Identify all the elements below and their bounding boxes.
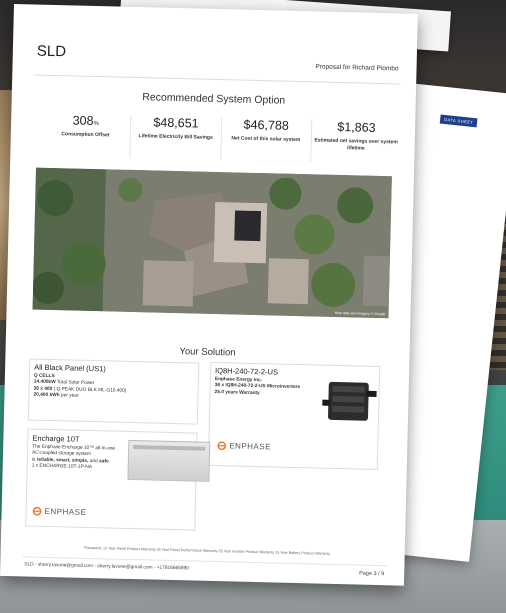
inverter-title: IQ8H-240-72-2-US — [214, 366, 279, 377]
enphase-logo-icon — [217, 441, 227, 451]
proposal-recipient: Proposal for Richard Piombo — [315, 63, 399, 73]
metric-label: Estimated net savings over system lifeti… — [314, 137, 398, 152]
panel-title: All Black Panel (US1) — [34, 362, 106, 374]
proposal-page: SLD Proposal for Richard Piombo Recommen… — [0, 4, 418, 586]
enphase-logo-text: ENPHASE — [44, 506, 87, 517]
warranty-disclaimer: *Panasonic 12 Year Panel Product Warrant… — [83, 545, 331, 556]
panel-brand: Q CELLS — [33, 373, 55, 380]
panel-count: 36 x 400 — [33, 386, 53, 392]
inverter-card: IQ8H-240-72-2-US Enphase Energy Inc. 36 … — [207, 361, 381, 471]
panel-card: All Black Panel (US1) Q CELLS 14.400kW T… — [27, 358, 200, 425]
panel-power-label: Total Solar Power — [55, 380, 95, 387]
header-divider — [34, 74, 401, 85]
metric-value: $1,863 — [337, 119, 376, 135]
metric-unit: % — [93, 120, 99, 128]
data-sheet-tag: DATA SHEET — [439, 114, 478, 128]
metric-net-savings: $1,863 Estimated net savings over system… — [311, 119, 401, 163]
page-number: Page 3 / 9 — [359, 570, 385, 578]
battery-card: Encharge 10T The Enphase Encharge 10™ al… — [25, 428, 211, 531]
panel-power: 14.400kW — [33, 379, 56, 386]
aerial-map-image: Map data and imagery © Google — [32, 167, 392, 319]
metric-value: $48,651 — [153, 115, 199, 131]
recommended-title: Recommended System Option — [142, 91, 286, 107]
metric-value: 308 — [72, 113, 94, 128]
metric-label: Lifetime Electricity Bill Savings — [138, 133, 213, 141]
metric-net-cost: $46,788 Net Cost of this solar system — [220, 117, 313, 162]
enphase-logo: ENPHASE — [32, 506, 87, 517]
microinverter-image — [322, 381, 377, 421]
metric-consumption-offset: 308% Consumption Offset — [40, 112, 132, 157]
battery-qty: 1 x ENCHARGE-10T-1P-NA — [31, 463, 93, 470]
metric-label: Net Cost of this solar system — [231, 135, 301, 144]
metric-label: Consumption Offset — [61, 131, 110, 139]
panel-production: 20,400 kWh — [33, 392, 60, 399]
battery-image — [127, 439, 211, 482]
enphase-logo-text: ENPHASE — [229, 441, 272, 452]
metric-lifetime-savings: $48,651 Lifetime Electricity Bill Saving… — [130, 114, 222, 160]
metrics-row: 308% Consumption Offset $48,651 Lifetime… — [40, 112, 401, 164]
enphase-logo-icon — [32, 506, 42, 516]
enphase-logo: ENPHASE — [217, 441, 271, 451]
inverter-warranty: 25.0 years Warranty — [214, 389, 260, 396]
panel-production-label: per year — [59, 393, 79, 399]
page-title: SLD — [36, 42, 67, 61]
metric-value: $46,788 — [243, 117, 289, 133]
footer-contact: SLD - sherry.lavone@gmail.com - sherry.l… — [24, 562, 189, 572]
battery-title: Encharge 10T — [32, 433, 80, 444]
